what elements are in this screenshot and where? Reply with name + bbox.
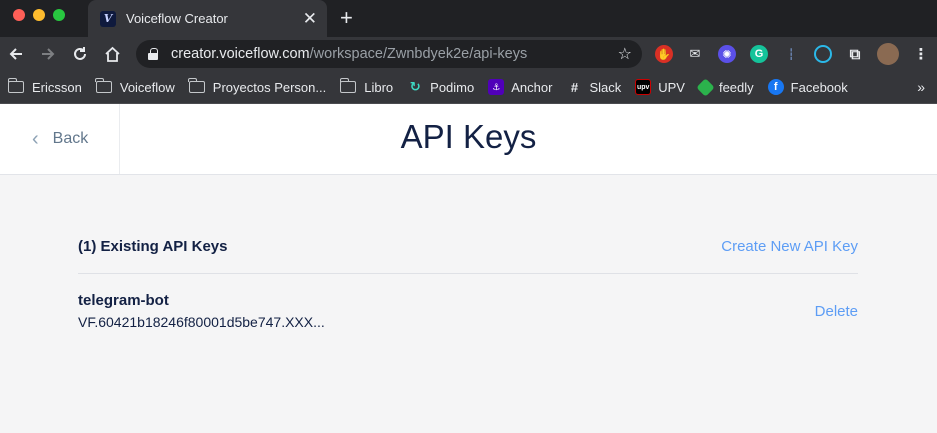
browser-chrome: V Voiceflow Creator ✕ + creator.voiceflo… xyxy=(0,0,937,104)
section-header: (1) Existing API Keys Create New API Key xyxy=(78,230,858,262)
folder-icon xyxy=(339,78,357,93)
api-key-name: telegram-bot xyxy=(78,292,169,309)
bookmark-anchor[interactable]: ⚓ Anchor xyxy=(488,79,552,95)
mail-extension-icon[interactable]: ✉ xyxy=(686,45,704,63)
bookmark-feedly[interactable]: feedly xyxy=(696,77,754,97)
bookmark-label: Anchor xyxy=(511,79,553,95)
reload-icon[interactable] xyxy=(69,43,91,65)
close-window-button[interactable] xyxy=(13,9,25,21)
window-controls xyxy=(13,9,65,21)
anchor-icon: ⚓ xyxy=(488,79,505,95)
bookmark-label: Facebook xyxy=(790,79,848,95)
bookmark-proyectos[interactable]: Proyectos Person... xyxy=(188,78,327,95)
page-title: API Keys xyxy=(400,118,537,155)
folder-icon xyxy=(188,78,205,93)
folder-icon xyxy=(95,78,112,93)
page-header: ‹ Back API Keys xyxy=(0,104,937,175)
extensions-puzzle-icon[interactable]: ⧉ xyxy=(846,45,864,63)
adblock-extension-icon[interactable]: ✋ xyxy=(655,45,673,63)
grammarly-extension-icon[interactable]: G xyxy=(750,45,768,63)
new-tab-button[interactable]: + xyxy=(340,6,353,30)
bookmark-label: Voiceflow xyxy=(119,79,175,95)
bookmark-label: feedly xyxy=(718,79,754,95)
url-host: creator.voiceflow.com xyxy=(171,46,310,62)
alexa-extension-icon[interactable] xyxy=(814,45,832,63)
api-keys-section: (1) Existing API Keys Create New API Key… xyxy=(78,230,858,330)
bookmark-upv[interactable]: upv UPV xyxy=(635,79,685,95)
bookmark-label: Libro xyxy=(364,79,394,95)
podimo-icon: ↻ xyxy=(409,79,421,94)
browser-toolbar: creator.voiceflow.com/workspace/Zwnbdyek… xyxy=(0,37,937,71)
forward-arrow-icon[interactable] xyxy=(37,43,59,65)
bookmark-label: Slack xyxy=(589,79,622,95)
api-key-row: telegram-bot VF.60421b18246f80001d5be747… xyxy=(78,292,858,330)
home-icon[interactable] xyxy=(101,43,123,65)
existing-keys-title: (1) Existing API Keys xyxy=(78,237,228,255)
bookmark-label: Podimo xyxy=(430,79,475,95)
profile-avatar[interactable] xyxy=(877,43,899,65)
delete-key-link[interactable]: Delete xyxy=(815,303,858,320)
chrome-menu-icon[interactable]: ⋮ xyxy=(912,45,930,63)
divider xyxy=(78,273,858,274)
bookmark-libro[interactable]: Libro xyxy=(339,78,394,95)
bookmark-label: UPV xyxy=(658,79,685,95)
stats-extension-icon[interactable]: ┆ xyxy=(782,45,800,63)
voiceflow-favicon-icon: V xyxy=(100,10,116,27)
folder-icon xyxy=(7,78,24,93)
facebook-icon: f xyxy=(767,79,784,95)
more-bookmarks-icon[interactable]: » xyxy=(917,79,925,95)
back-arrow-icon[interactable] xyxy=(5,43,27,65)
api-key-info: telegram-bot VF.60421b18246f80001d5be747… xyxy=(78,292,325,330)
bookmark-ericsson[interactable]: Ericsson xyxy=(7,78,82,95)
bookmark-voiceflow[interactable]: Voiceflow xyxy=(95,78,175,95)
feedly-icon xyxy=(696,77,715,97)
lock-icon[interactable] xyxy=(148,48,158,60)
bookmark-star-icon[interactable]: ☆ xyxy=(618,44,632,64)
tab-voiceflow-creator[interactable]: V Voiceflow Creator ✕ xyxy=(88,0,327,37)
create-api-key-link[interactable]: Create New API Key xyxy=(721,238,858,255)
bookmark-label: Ericsson xyxy=(32,79,82,95)
address-bar[interactable]: creator.voiceflow.com/workspace/Zwnbdyek… xyxy=(136,40,642,68)
tab-strip: V Voiceflow Creator ✕ + xyxy=(0,0,937,37)
spark-extension-icon[interactable]: ✺ xyxy=(718,45,736,63)
bookmark-podimo[interactable]: ↻ Podimo xyxy=(407,79,475,95)
zoom-window-button[interactable] xyxy=(53,9,65,21)
bookmark-slack[interactable]: # Slack xyxy=(566,79,621,95)
bookmark-facebook[interactable]: f Facebook xyxy=(767,79,848,95)
minimize-window-button[interactable] xyxy=(33,9,45,21)
tab-title: Voiceflow Creator xyxy=(126,11,228,26)
url-path: /workspace/Zwnbdyek2e/api-keys xyxy=(309,46,528,62)
bookmarks-bar: Ericsson Voiceflow Proyectos Person... L… xyxy=(0,71,937,104)
slack-icon: # xyxy=(570,79,579,95)
api-key-value: VF.60421b18246f80001d5be747.XXX... xyxy=(78,314,325,330)
close-tab-icon[interactable]: ✕ xyxy=(303,10,317,27)
bookmark-label: Proyectos Person... xyxy=(212,79,327,95)
upv-icon: upv xyxy=(635,79,652,95)
